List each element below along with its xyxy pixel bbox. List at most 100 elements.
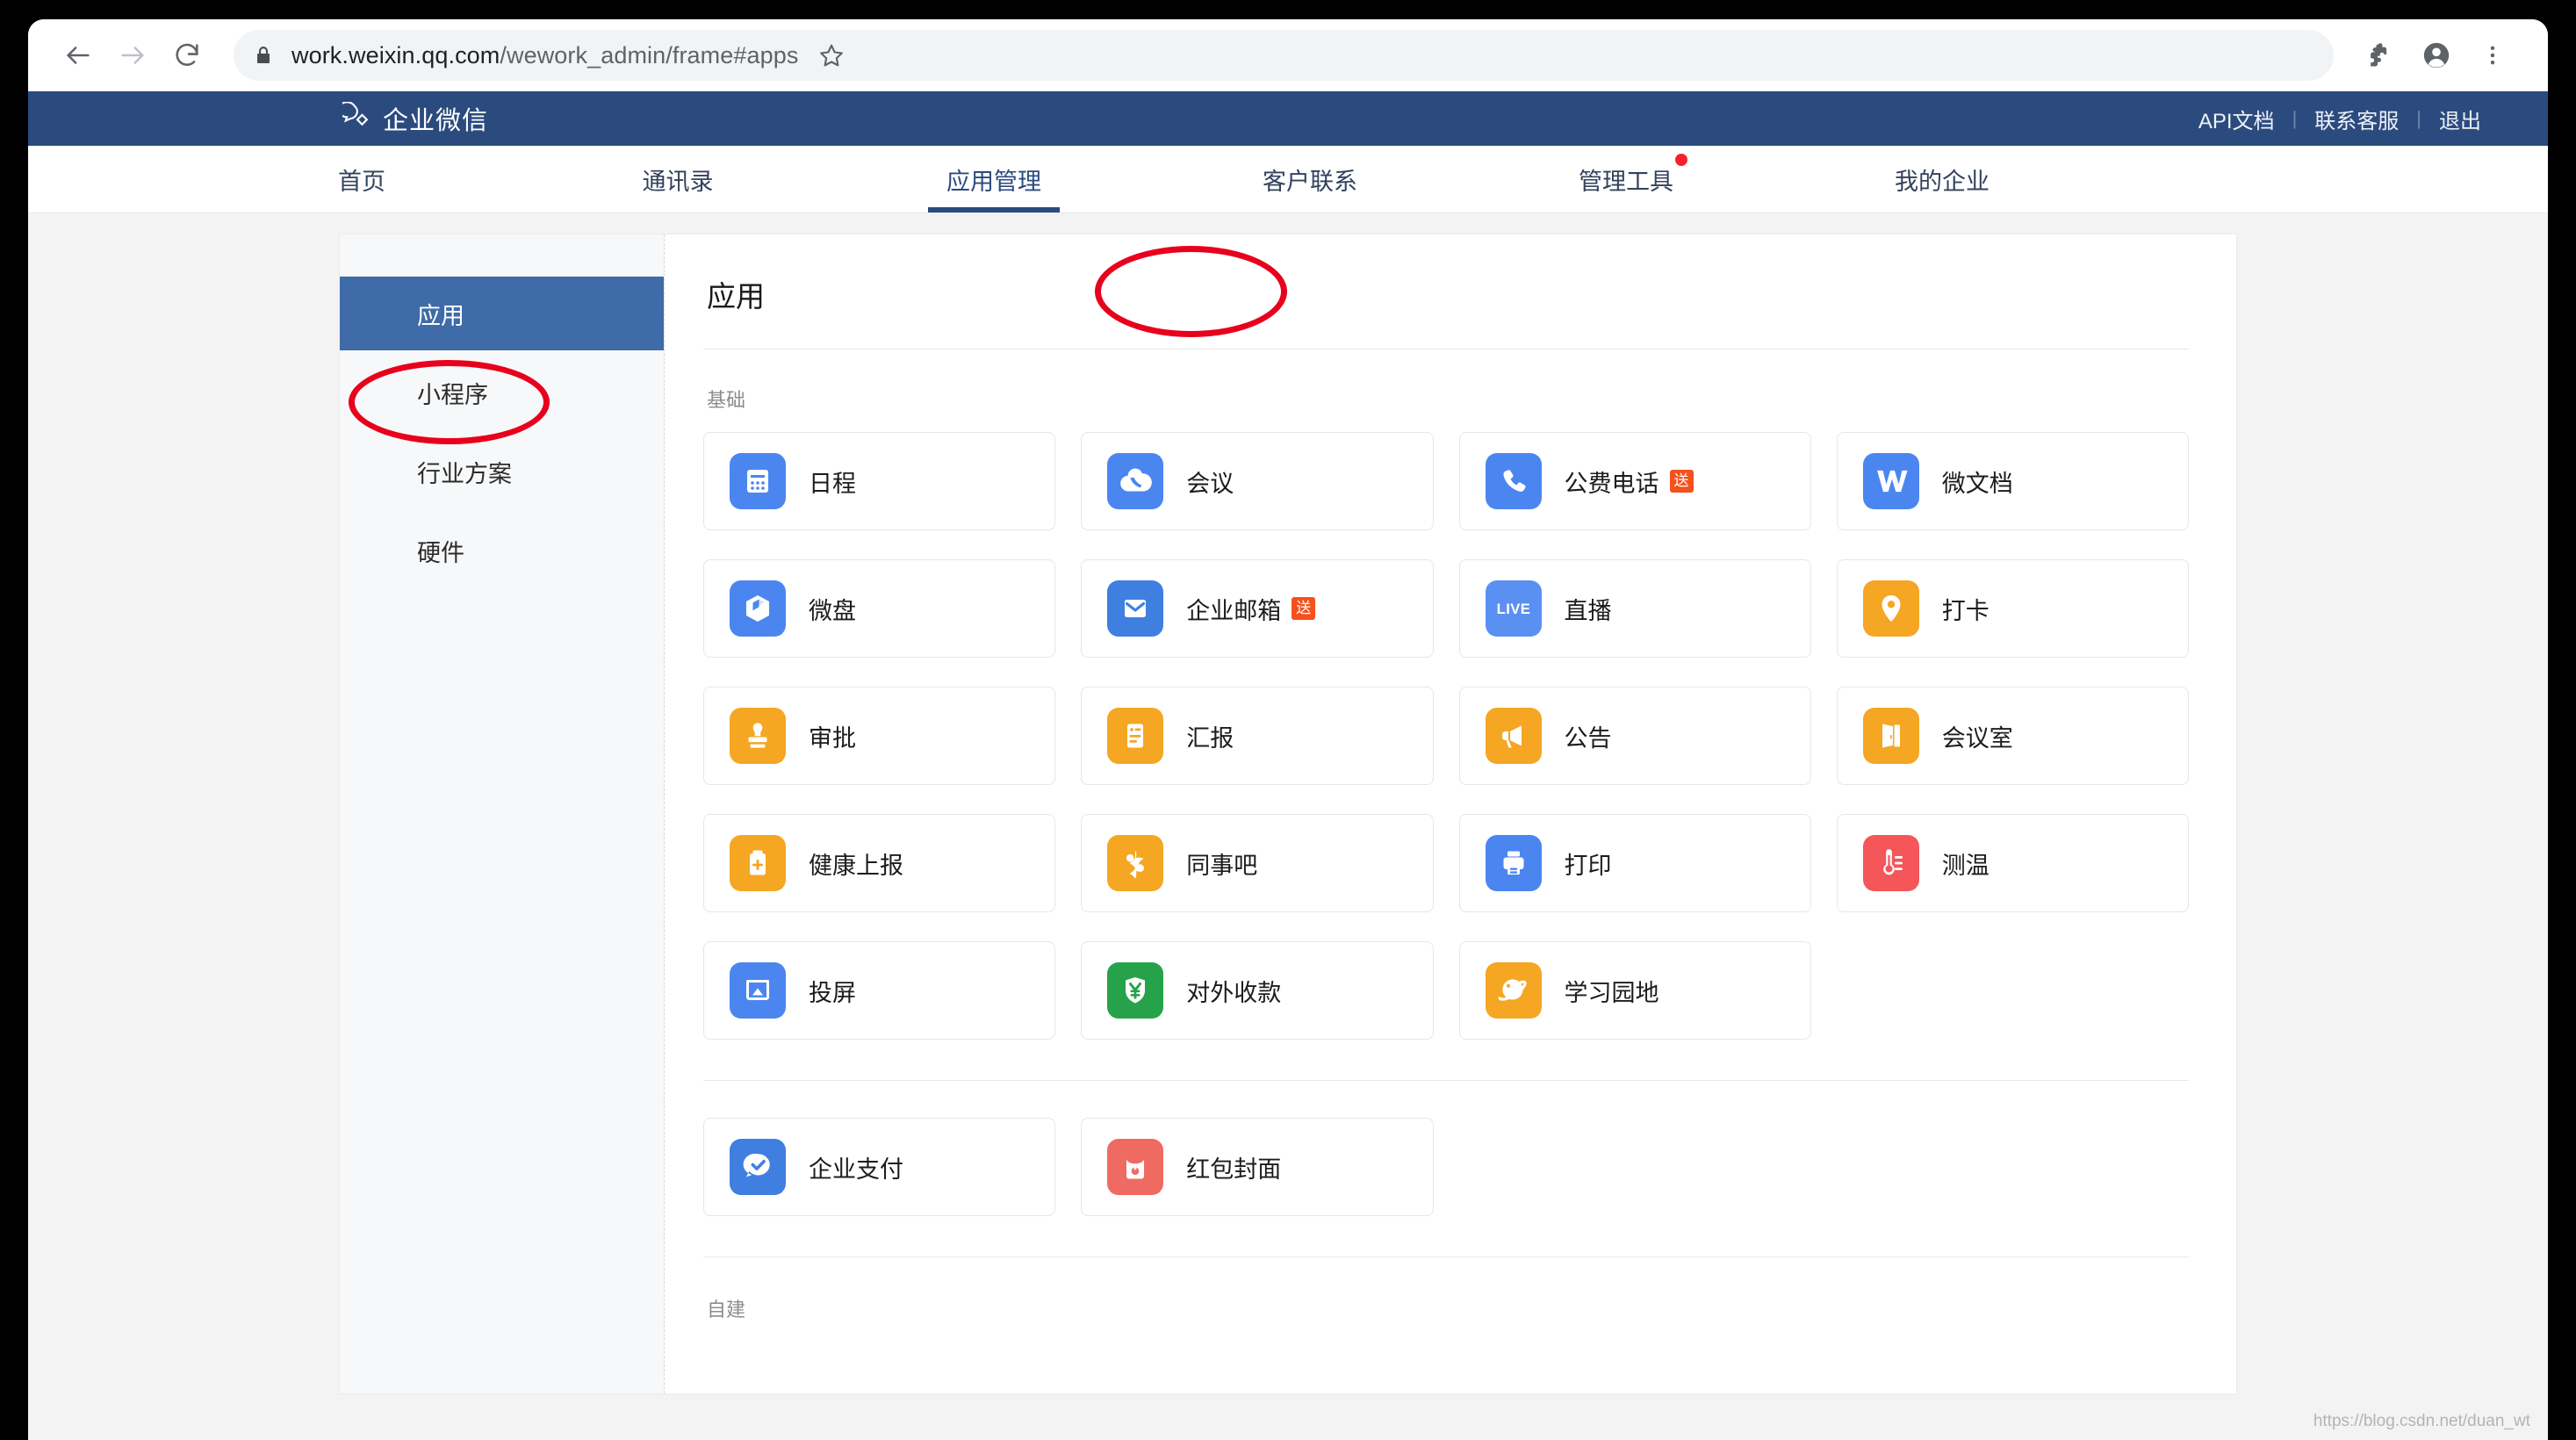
tab-app-management[interactable]: 应用管理: [836, 146, 1152, 212]
tab-label: 通讯录: [642, 168, 714, 195]
app-card-title: 公费电话: [1564, 470, 1659, 497]
app-card[interactable]: 会议室: [1836, 687, 2189, 785]
sidebar-item-miniprogram[interactable]: 小程序: [340, 356, 664, 429]
tab-label: 管理工具: [1579, 153, 1687, 197]
tab-home[interactable]: 首页: [204, 146, 520, 212]
forward-arrow-icon[interactable]: [105, 28, 160, 83]
app-card-label: 公费电话送: [1565, 464, 1694, 499]
account-avatar-icon[interactable]: [2411, 30, 2462, 81]
app-card[interactable]: 测温: [1836, 814, 2189, 912]
app-card[interactable]: 打卡: [1836, 559, 2189, 658]
tab-contacts[interactable]: 通讯录: [520, 146, 836, 212]
page-title: 应用: [707, 280, 765, 313]
app-card[interactable]: 投屏: [703, 941, 1056, 1040]
app-card[interactable]: 企业支付: [703, 1118, 1056, 1216]
phone-icon: [1485, 453, 1542, 509]
app-card-label: 汇报: [1186, 719, 1234, 753]
app-card[interactable]: 微盘: [703, 559, 1056, 658]
back-arrow-icon[interactable]: [51, 28, 105, 83]
app-card-label: 同事吧: [1186, 846, 1257, 881]
app-card-label: 公告: [1565, 719, 1612, 753]
section-label-basic: 基础: [707, 389, 746, 411]
contact-support-link[interactable]: 联系客服: [2297, 104, 2416, 134]
app-card-label: 投屏: [809, 974, 856, 1008]
api-doc-link[interactable]: API文档: [2181, 104, 2292, 134]
brand-logo[interactable]: 企业微信: [337, 100, 488, 137]
app-card[interactable]: 企业邮箱送: [1081, 559, 1434, 658]
tab-my-enterprise[interactable]: 我的企业: [1784, 146, 2100, 212]
tab-label: 客户联系: [1263, 168, 1357, 195]
wedrive-icon: [730, 580, 786, 637]
app-card[interactable]: LIVE 直播: [1458, 559, 1811, 658]
app-card[interactable]: 微文档: [1836, 432, 2189, 530]
app-card[interactable]: 红包封面: [1081, 1118, 1434, 1216]
puzzle-icon[interactable]: [2355, 30, 2406, 81]
clipboard-plus-icon: [730, 835, 786, 891]
app-card[interactable]: 审批: [703, 687, 1056, 785]
tab-customer-contact[interactable]: 客户联系: [1152, 146, 1468, 212]
app-card-title: 公告: [1564, 724, 1612, 752]
app-card-label: 微文档: [1942, 464, 2013, 499]
app-card[interactable]: 会议: [1081, 432, 1434, 530]
address-bar[interactable]: work.weixin.qq.com/wework_admin/frame#ap…: [234, 30, 2334, 81]
section-separator: [703, 1080, 2189, 1081]
app-card-title: 投屏: [809, 979, 856, 1006]
app-card-label: 会议室: [1942, 719, 2013, 753]
main-nav-tabs: 首页 通讯录 应用管理 客户联系 管理工具 我的企业: [28, 146, 2548, 213]
app-card-title: 审批: [809, 724, 856, 752]
screencast-icon: [730, 962, 786, 1019]
section-label-custom: 自建: [707, 1299, 746, 1321]
app-card[interactable]: 汇报: [1081, 687, 1434, 785]
app-card-label: 微盘: [809, 592, 856, 626]
url-text: work.weixin.qq.com/wework_admin/frame#ap…: [291, 42, 798, 69]
main-area: 应用 基础 日程 会议 公费电话送 微文档微盘 企业邮箱送 LIVE 直播 打卡审批 汇报 公告 会…: [665, 234, 2236, 1393]
app-card[interactable]: 公费电话送: [1458, 432, 1811, 530]
payment-apps-grid: 企业支付 红包封面: [703, 1118, 2189, 1216]
three-dot-menu-icon[interactable]: [2467, 30, 2518, 81]
app-card[interactable]: 同事吧: [1081, 814, 1434, 912]
app-card[interactable]: 健康上报: [703, 814, 1056, 912]
calendar-icon: [730, 453, 786, 509]
star-icon[interactable]: [807, 31, 856, 80]
app-card[interactable]: 日程: [703, 432, 1056, 530]
app-card-label: 学习园地: [1565, 974, 1659, 1008]
sidebar-item-label: 行业方案: [417, 460, 512, 487]
sidebar-item-label: 应用: [417, 302, 464, 329]
sidebar: 应用 小程序 行业方案 硬件: [340, 234, 665, 1393]
app-card-title: 打卡: [1941, 597, 1990, 624]
app-card[interactable]: 打印: [1458, 814, 1811, 912]
page-viewport: 企业微信 API文档 | 联系客服 | 退出 首页 通讯录 应用管理 客户联系: [28, 91, 2548, 1440]
app-card-title: 对外收款: [1186, 979, 1282, 1006]
app-card[interactable]: 对外收款: [1081, 941, 1434, 1040]
sidebar-item-apps[interactable]: 应用: [340, 277, 664, 350]
sidebar-item-label: 硬件: [417, 539, 464, 566]
watermark: https://blog.csdn.net/duan_wt: [2313, 1412, 2530, 1430]
app-card-label: 打印: [1565, 846, 1612, 881]
sidebar-item-label: 小程序: [417, 381, 488, 408]
app-card-title: 直播: [1564, 597, 1612, 624]
header-links: API文档 | 联系客服 | 退出: [2181, 104, 2499, 134]
app-card-label: 直播: [1565, 592, 1612, 626]
content-panel: 应用 小程序 行业方案 硬件 应用 基础 日程 会议 公费电话 送 微文档 微盘…: [340, 234, 2236, 1393]
app-card-title: 测温: [1941, 852, 1990, 879]
payment-shield-icon: [1107, 962, 1164, 1019]
app-card-title: 会议: [1186, 470, 1234, 497]
sidebar-item-industry-solution[interactable]: 行业方案: [340, 435, 664, 508]
browser-toolbar: work.weixin.qq.com/wework_admin/frame#ap…: [28, 19, 2548, 91]
app-card[interactable]: 学习园地: [1458, 941, 1811, 1040]
planet-icon: [1485, 962, 1542, 1019]
tab-admin-tools[interactable]: 管理工具: [1468, 146, 1784, 212]
reload-icon[interactable]: [160, 28, 214, 83]
app-card-label: 对外收款: [1186, 974, 1281, 1008]
stamp-icon: [730, 708, 786, 764]
notification-dot-icon: [1675, 153, 1687, 166]
pay-check-icon: [730, 1139, 786, 1195]
app-card-title: 汇报: [1186, 724, 1234, 752]
svg-text:LIVE: LIVE: [1496, 601, 1530, 617]
url-host: work.weixin.qq.com: [291, 41, 500, 68]
door-icon: [1862, 708, 1919, 764]
mail-icon: [1107, 580, 1164, 637]
sidebar-item-hardware[interactable]: 硬件: [340, 514, 664, 587]
logout-link[interactable]: 退出: [2421, 104, 2499, 134]
app-card[interactable]: 公告: [1458, 687, 1811, 785]
